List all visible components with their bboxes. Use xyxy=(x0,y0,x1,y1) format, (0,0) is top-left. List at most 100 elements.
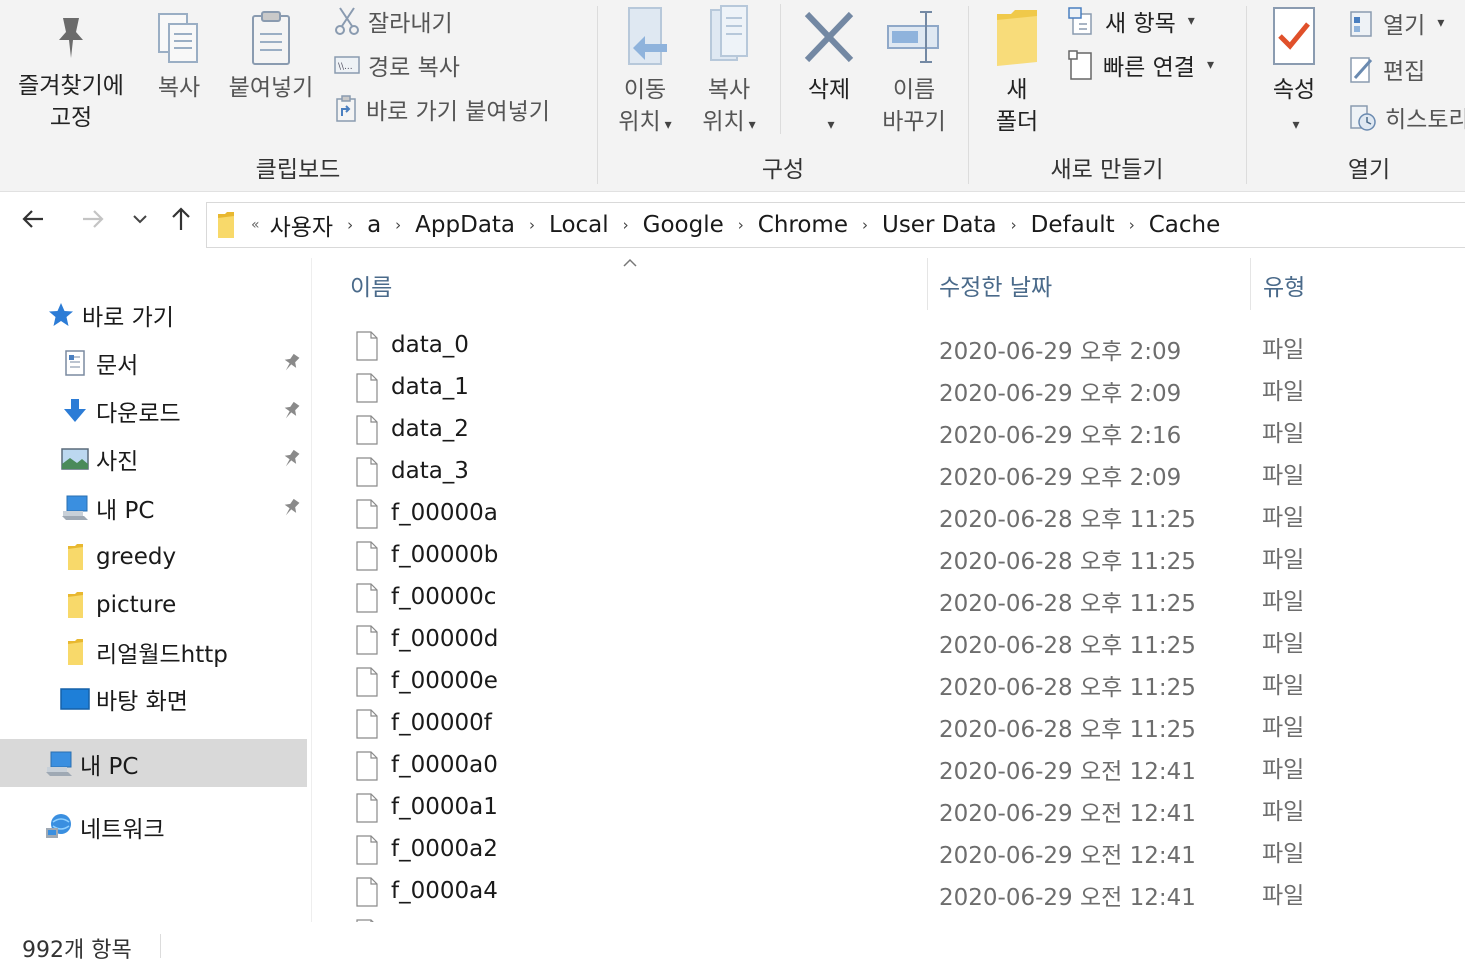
address-bar[interactable]: « 사용자 › a › AppData › Local › Google › Chrome › User… xyxy=(206,202,1465,248)
nav-item-this-pc[interactable]: 내 PC xyxy=(60,486,154,530)
file-date: 2020-06-29 오후 2:09 xyxy=(939,339,1182,365)
breadcrumb-item[interactable]: Google xyxy=(643,212,724,238)
copy-path-button[interactable]: \\... 경로 복사 xyxy=(334,48,460,82)
file-row[interactable]: data_1 2020-06-29 오후 2:09 파일 xyxy=(340,368,1465,410)
breadcrumb-chevron-icon[interactable]: › xyxy=(395,216,401,234)
easy-access-icon xyxy=(1068,50,1092,80)
breadcrumb-chevron-icon[interactable]: › xyxy=(862,216,868,234)
nav-item-picture[interactable]: picture xyxy=(60,583,176,627)
file-row[interactable]: data_0 2020-06-29 오후 2:09 파일 xyxy=(340,326,1465,368)
breadcrumb-item[interactable]: User Data xyxy=(882,212,997,238)
copy-to-button[interactable]: 복사 위치 ▾ xyxy=(694,4,764,141)
new-folder-label-line2: 폴더 xyxy=(995,109,1039,135)
file-row[interactable]: f_0000a1 2020-06-29 오전 12:41 파일 xyxy=(340,788,1465,830)
breadcrumb-chevron-icon[interactable]: › xyxy=(623,216,629,234)
column-separator[interactable] xyxy=(927,258,928,310)
open-button[interactable]: 열기 ▾ xyxy=(1347,6,1444,40)
ribbon-group-new: 새 폴더 새 항목 ▾ 빠른 연결 ▾ 새로 만들기 xyxy=(969,0,1245,191)
nav-item-documents[interactable]: 문서 xyxy=(60,341,138,385)
paste-button[interactable]: 붙여넣기 xyxy=(222,10,320,104)
file-name: f_00000b xyxy=(391,542,499,568)
breadcrumb-item[interactable]: 사용자 xyxy=(270,208,333,242)
nav-item-label: 리얼월드http xyxy=(96,642,228,668)
recent-locations-button[interactable] xyxy=(122,206,158,239)
rename-button[interactable]: 이름 바꾸기 xyxy=(874,4,954,138)
breadcrumb-item[interactable]: Default xyxy=(1031,212,1115,238)
move-to-label-line2: 위치 xyxy=(618,109,661,135)
back-button[interactable] xyxy=(16,206,52,239)
history-button[interactable]: 히스토리 xyxy=(1347,100,1465,134)
nav-item-desktop[interactable]: 바탕 화면 xyxy=(60,677,188,721)
file-row[interactable]: f_00000d 2020-06-28 오후 11:25 파일 xyxy=(340,620,1465,662)
file-name: data_2 xyxy=(391,416,469,442)
nav-item-downloads[interactable]: 다운로드 xyxy=(60,389,181,433)
file-row[interactable]: f_0000a4 2020-06-29 오전 12:41 파일 xyxy=(340,872,1465,914)
pin-icon[interactable] xyxy=(280,352,302,374)
pin-icon[interactable] xyxy=(280,497,302,519)
breadcrumb-item[interactable]: AppData xyxy=(415,212,515,238)
file-name: f_0000a2 xyxy=(391,836,498,862)
file-type: 파일 xyxy=(1262,379,1305,405)
paste-shortcut-button[interactable]: 바로 가기 붙여넣기 xyxy=(334,92,550,126)
history-icon xyxy=(1350,105,1376,131)
properties-button[interactable]: 속성 ▾ xyxy=(1257,4,1331,141)
file-row[interactable]: data_3 2020-06-29 오후 2:09 파일 xyxy=(340,452,1465,494)
nav-quick-access[interactable]: 바로 가기 xyxy=(46,293,174,337)
cut-button[interactable]: 잘라내기 xyxy=(334,4,453,38)
file-icon xyxy=(356,877,378,907)
column-separator[interactable] xyxy=(1250,258,1251,310)
column-header-type[interactable]: 유형 xyxy=(1263,268,1305,304)
file-row[interactable] xyxy=(340,914,1465,922)
breadcrumb-item[interactable]: Local xyxy=(549,212,609,238)
file-row[interactable]: f_00000f 2020-06-28 오후 11:25 파일 xyxy=(340,704,1465,746)
breadcrumb-item[interactable]: a xyxy=(367,212,381,238)
pin-to-quick-access-button[interactable]: 즐겨찾기에 고정 xyxy=(8,10,134,134)
file-row[interactable]: f_0000a0 2020-06-29 오전 12:41 파일 xyxy=(340,746,1465,788)
arrow-right-icon xyxy=(83,210,104,228)
pin-icon[interactable] xyxy=(280,400,302,422)
ribbon-group-open: 속성 ▾ 열기 ▾ 편집 히스토리 열기 xyxy=(1247,0,1465,191)
new-folder-button[interactable]: 새 폴더 xyxy=(979,4,1055,138)
delete-button[interactable]: 삭제 ▾ xyxy=(794,4,864,141)
file-date: 2020-06-29 오전 12:41 xyxy=(939,759,1196,785)
properties-check-icon xyxy=(1273,7,1315,65)
nav-network[interactable]: 네트워크 xyxy=(44,805,165,849)
copy-label: 복사 xyxy=(157,75,201,101)
new-item-label: 새 항목 xyxy=(1105,11,1176,37)
nav-item-realworld-http[interactable]: 리얼월드http xyxy=(60,630,228,674)
nav-item-label: 다운로드 xyxy=(96,401,181,427)
file-row[interactable]: data_2 2020-06-29 오후 2:16 파일 xyxy=(340,410,1465,452)
breadcrumb-chevron-icon[interactable]: › xyxy=(738,216,744,234)
easy-access-button[interactable]: 빠른 연결 ▾ xyxy=(1067,48,1214,82)
rename-icon xyxy=(887,11,939,63)
pin-icon[interactable] xyxy=(280,448,302,470)
file-row[interactable]: f_00000c 2020-06-28 오후 11:25 파일 xyxy=(340,578,1465,620)
breadcrumb-chevron-icon[interactable]: › xyxy=(529,216,535,234)
breadcrumb-chevron-icon[interactable]: › xyxy=(1129,216,1135,234)
nav-item-greedy[interactable]: greedy xyxy=(60,535,176,579)
breadcrumb-overflow[interactable]: « xyxy=(251,217,260,233)
move-to-button[interactable]: 이동 위치 ▾ xyxy=(610,4,680,141)
breadcrumb-item[interactable]: Cache xyxy=(1149,212,1221,238)
nav-item-pictures[interactable]: 사진 xyxy=(60,437,138,481)
breadcrumb-item[interactable]: Chrome xyxy=(758,212,848,238)
nav-this-pc[interactable]: 내 PC xyxy=(44,742,138,786)
file-row[interactable]: f_00000b 2020-06-28 오후 11:25 파일 xyxy=(340,536,1465,578)
forward-button[interactable] xyxy=(74,206,110,239)
file-type: 파일 xyxy=(1262,463,1305,489)
edit-button[interactable]: 편집 xyxy=(1347,52,1425,86)
breadcrumb-chevron-icon[interactable]: › xyxy=(1011,216,1017,234)
breadcrumb-chevron-icon[interactable]: › xyxy=(347,216,353,234)
file-name: f_00000c xyxy=(391,584,497,610)
file-row[interactable]: f_00000a 2020-06-28 오후 11:25 파일 xyxy=(340,494,1465,536)
new-item-button[interactable]: 새 항목 ▾ xyxy=(1067,4,1195,38)
file-icon xyxy=(356,415,378,445)
file-row[interactable]: f_0000a2 2020-06-29 오전 12:41 파일 xyxy=(340,830,1465,872)
column-header-date[interactable]: 수정한 날짜 xyxy=(939,268,1052,304)
up-button[interactable] xyxy=(163,206,199,239)
copy-button[interactable]: 복사 xyxy=(148,10,210,104)
file-date: 2020-06-28 오후 11:25 xyxy=(939,591,1196,617)
column-header-name[interactable]: 이름 xyxy=(350,268,392,304)
file-row[interactable]: f_00000e 2020-06-28 오후 11:25 파일 xyxy=(340,662,1465,704)
properties-label: 속성 xyxy=(1272,77,1316,103)
